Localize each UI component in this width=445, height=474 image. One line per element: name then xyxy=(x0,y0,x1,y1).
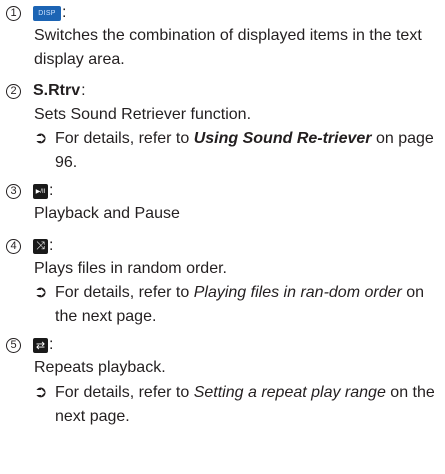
ref-prefix: For details, refer to xyxy=(55,384,194,401)
colon: : xyxy=(49,182,54,199)
item-3: 3 ▶/II : xyxy=(6,180,53,202)
item-1: 1 DISP : xyxy=(6,2,66,24)
colon: : xyxy=(81,82,86,99)
item-5-description: Repeats playback. xyxy=(34,359,166,376)
play-pause-icon: ▶/II xyxy=(33,183,48,199)
colon: : xyxy=(62,4,67,21)
ref-prefix: For details, refer to xyxy=(55,284,194,301)
item-number: 2 xyxy=(6,83,21,99)
item-5-reference: ➲ For details, refer to Setting a repeat… xyxy=(34,381,439,429)
term-label: S.Rtrv xyxy=(33,82,81,99)
item-3-description: Playback and Pause xyxy=(34,205,180,222)
ref-prefix: For details, refer to xyxy=(55,130,194,147)
item-4: 4 ⤨ : xyxy=(6,235,53,257)
ref-link[interactable]: Using Sound Re-triever xyxy=(194,130,372,147)
colon: : xyxy=(49,336,54,353)
disp-icon: DISP xyxy=(33,5,61,21)
item-number: 4 xyxy=(6,238,21,254)
random-icon: ⤨ xyxy=(33,238,48,254)
item-5: 5 ⇄ : xyxy=(6,334,53,356)
arrow-icon: ➲ xyxy=(34,384,48,401)
arrow-icon: ➲ xyxy=(34,130,48,147)
ref-link[interactable]: Playing files in ran-dom order xyxy=(194,284,402,301)
item-2-reference: ➲ For details, refer to Using Sound Re-t… xyxy=(34,127,439,175)
item-number: 5 xyxy=(6,337,21,353)
item-4-reference: ➲ For details, refer to Playing files in… xyxy=(34,281,439,329)
colon: : xyxy=(49,237,54,254)
item-2-description: Sets Sound Retriever function. xyxy=(34,106,252,123)
item-4-description: Plays files in random order. xyxy=(34,260,227,277)
item-number: 1 xyxy=(6,5,21,21)
item-2: 2 S.Rtrv : xyxy=(6,80,86,102)
repeat-icon: ⇄ xyxy=(33,337,48,353)
item-number: 3 xyxy=(6,183,21,199)
ref-link[interactable]: Setting a repeat play range xyxy=(194,384,386,401)
manual-page: 1 DISP : Switches the combination of dis… xyxy=(0,0,445,474)
arrow-icon: ➲ xyxy=(34,284,48,301)
item-1-description: Switches the combination of displayed it… xyxy=(34,27,422,68)
